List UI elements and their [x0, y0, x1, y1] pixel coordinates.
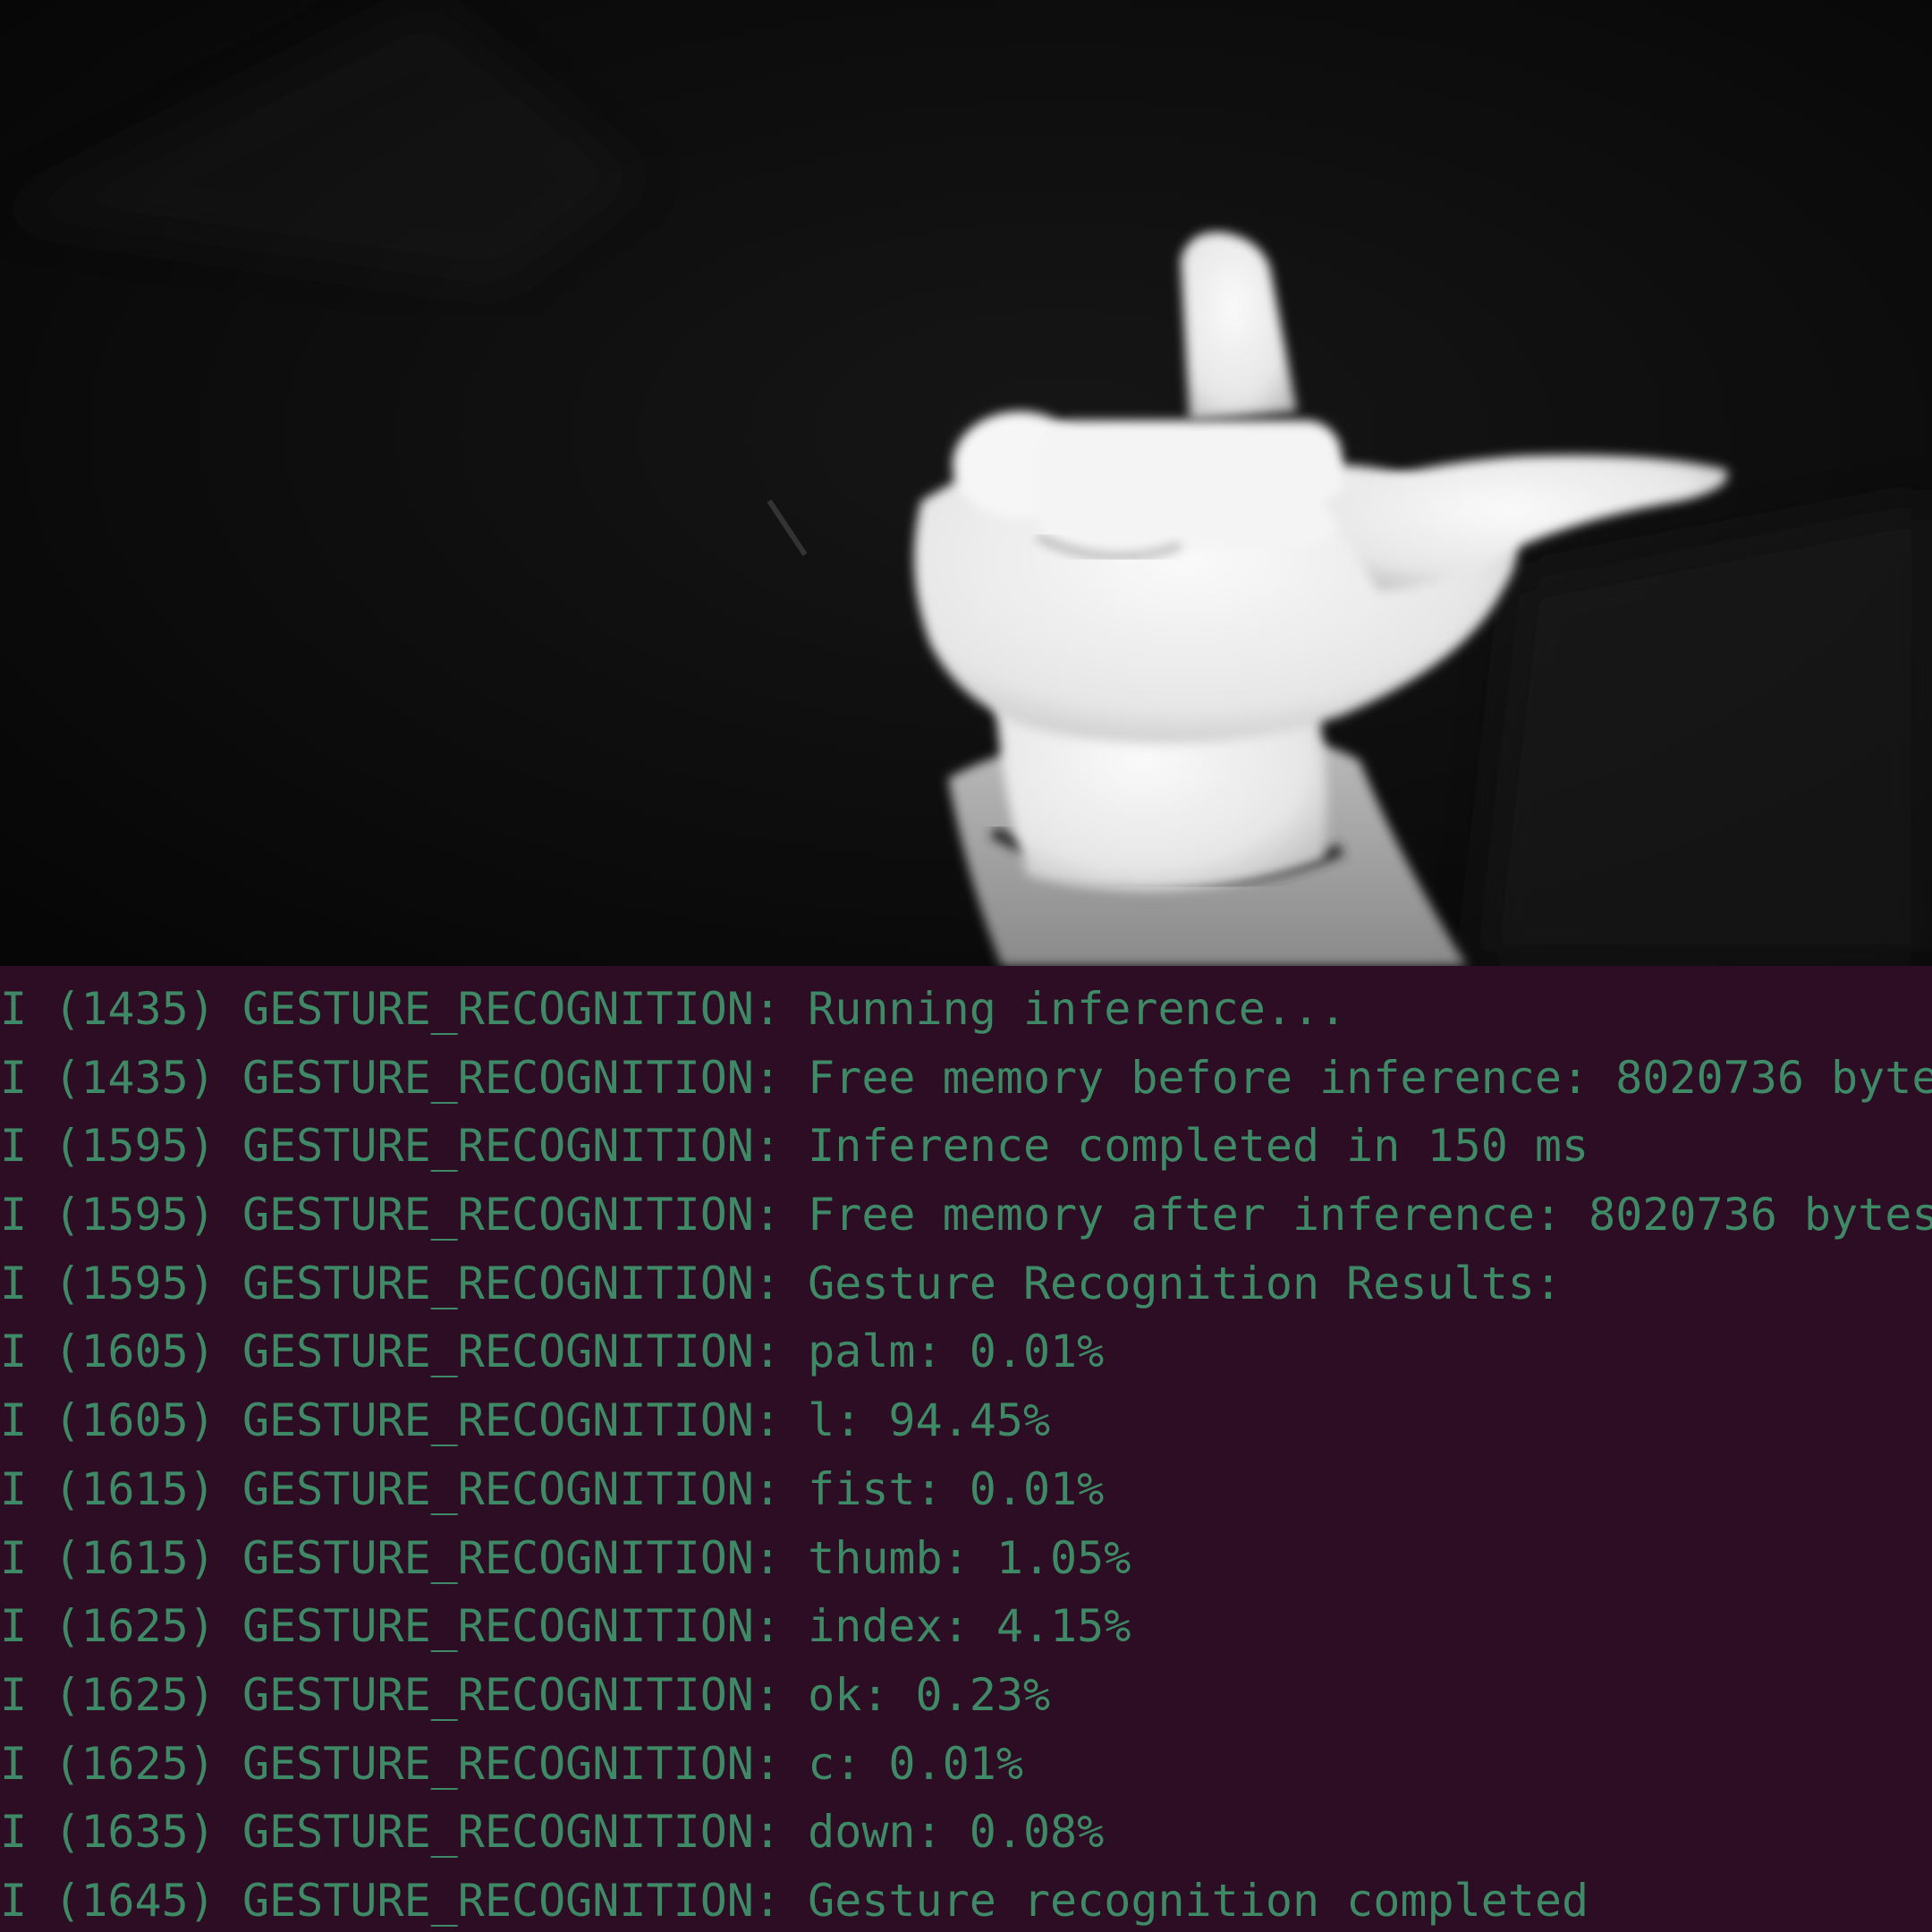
log-timestamp: (1435)	[54, 1051, 216, 1104]
log-tag: GESTURE_RECOGNITION:	[242, 1806, 782, 1859]
log-message: down: 0.08%	[808, 1806, 1105, 1859]
log-timestamp: (1615)	[54, 1462, 216, 1515]
log-timestamp: (1625)	[54, 1600, 216, 1653]
log-level: I	[0, 983, 28, 1035]
log-level: I	[0, 1737, 28, 1790]
log-level: I	[0, 1874, 28, 1927]
log-level: I	[0, 1257, 28, 1309]
log-timestamp: (1595)	[54, 1120, 216, 1173]
log-timestamp: (1615)	[54, 1531, 216, 1584]
log-line: I (1595) GESTURE_RECOGNITION: Inference …	[0, 1112, 1932, 1181]
log-line: I (1615) GESTURE_RECOGNITION: thumb: 1.0…	[0, 1524, 1932, 1593]
hand-gesture-image	[0, 0, 1932, 966]
log-tag: GESTURE_RECOGNITION:	[242, 1326, 782, 1378]
log-line: I (1435) GESTURE_RECOGNITION: Free memor…	[0, 1044, 1932, 1113]
log-tag: GESTURE_RECOGNITION:	[242, 1737, 782, 1790]
log-level: I	[0, 1668, 28, 1721]
log-line: I (1625) GESTURE_RECOGNITION: ok: 0.23%	[0, 1661, 1932, 1730]
log-line: I (1615) GESTURE_RECOGNITION: fist: 0.01…	[0, 1455, 1932, 1524]
log-message: Running inference...	[808, 983, 1347, 1035]
log-level: I	[0, 1806, 28, 1859]
log-line: I (1625) GESTURE_RECOGNITION: index: 4.1…	[0, 1592, 1932, 1661]
log-timestamp: (1625)	[54, 1737, 216, 1790]
log-tag: GESTURE_RECOGNITION:	[242, 1531, 782, 1584]
log-line: I (1435) GESTURE_RECOGNITION: Running in…	[0, 975, 1932, 1044]
log-level: I	[0, 1051, 28, 1104]
camera-image	[0, 0, 1932, 966]
log-timestamp: (1605)	[54, 1326, 216, 1378]
log-message: index: 4.15%	[808, 1600, 1131, 1653]
log-tag: GESTURE_RECOGNITION:	[242, 1394, 782, 1447]
log-line: I (1605) GESTURE_RECOGNITION: palm: 0.01…	[0, 1318, 1932, 1386]
log-line: I (1595) GESTURE_RECOGNITION: Free memor…	[0, 1181, 1932, 1250]
log-level: I	[0, 1462, 28, 1515]
log-message: Free memory before inference: 8020736 by…	[808, 1051, 1932, 1104]
log-timestamp: (1435)	[54, 983, 216, 1035]
log-timestamp: (1625)	[54, 1668, 216, 1721]
log-timestamp: (1605)	[54, 1394, 216, 1447]
log-level: I	[0, 1600, 28, 1653]
log-level: I	[0, 1326, 28, 1378]
log-message: thumb: 1.05%	[808, 1531, 1131, 1584]
log-line: I (1605) GESTURE_RECOGNITION: l: 94.45%	[0, 1386, 1932, 1455]
log-message: fist: 0.01%	[808, 1462, 1105, 1515]
log-level: I	[0, 1531, 28, 1584]
log-level: I	[0, 1120, 28, 1173]
log-timestamp: (1645)	[54, 1874, 216, 1927]
log-level: I	[0, 1394, 28, 1447]
log-line: I (1635) GESTURE_RECOGNITION: down: 0.08…	[0, 1798, 1932, 1867]
app-frame: I (1435) GESTURE_RECOGNITION: Running in…	[0, 0, 1932, 1932]
log-timestamp: (1595)	[54, 1257, 216, 1309]
log-tag: GESTURE_RECOGNITION:	[242, 1189, 782, 1241]
log-tag: GESTURE_RECOGNITION:	[242, 1600, 782, 1653]
log-tag: GESTURE_RECOGNITION:	[242, 1120, 782, 1173]
log-tag: GESTURE_RECOGNITION:	[242, 1668, 782, 1721]
log-line: I (1645) GESTURE_RECOGNITION: Gesture re…	[0, 1867, 1932, 1932]
log-tag: GESTURE_RECOGNITION:	[242, 1874, 782, 1927]
log-level: I	[0, 1189, 28, 1241]
log-timestamp: (1595)	[54, 1189, 216, 1241]
log-message: Gesture recognition completed	[808, 1874, 1589, 1927]
log-message: ok: 0.23%	[808, 1668, 1051, 1721]
log-tag: GESTURE_RECOGNITION:	[242, 1462, 782, 1515]
log-message: Inference completed in 150 ms	[808, 1120, 1589, 1173]
log-line: I (1625) GESTURE_RECOGNITION: c: 0.01%	[0, 1730, 1932, 1799]
log-line: I (1595) GESTURE_RECOGNITION: Gesture Re…	[0, 1250, 1932, 1318]
log-message: palm: 0.01%	[808, 1326, 1105, 1378]
log-tag: GESTURE_RECOGNITION:	[242, 1051, 782, 1104]
log-tag: GESTURE_RECOGNITION:	[242, 983, 782, 1035]
log-tag: GESTURE_RECOGNITION:	[242, 1257, 782, 1309]
log-timestamp: (1635)	[54, 1806, 216, 1859]
log-message: Free memory after inference: 8020736 byt…	[808, 1189, 1932, 1241]
log-message: Gesture Recognition Results:	[808, 1257, 1562, 1309]
log-message: l: 94.45%	[808, 1394, 1051, 1447]
terminal-log: I (1435) GESTURE_RECOGNITION: Running in…	[0, 966, 1932, 1932]
log-message: c: 0.01%	[808, 1737, 1023, 1790]
